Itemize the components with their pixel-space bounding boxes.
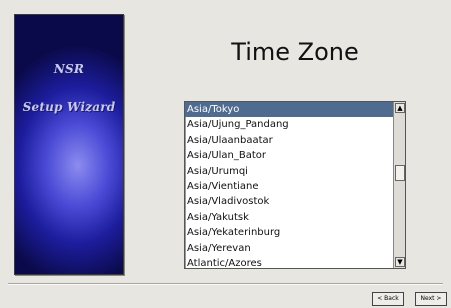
timezone-list-item[interactable]: Asia/Tokyo [185,102,394,118]
timezone-list-item[interactable]: Asia/Ulan_Bator [185,148,394,163]
timezone-list-item[interactable]: Asia/Yerevan [185,241,394,256]
timezone-list-item[interactable]: Asia/Yekaterinburg [185,225,394,240]
page-title: Time Zone [231,38,359,66]
timezone-listbox[interactable]: Asia/Tokyo Asia/Ujung_Pandang Asia/Ulaanba… [184,101,406,269]
listbox-scrollbar[interactable]: ▲ ▼ [393,102,405,268]
timezone-list-item[interactable]: Asia/Ulaanbaatar [185,133,394,148]
timezone-list-item[interactable]: Asia/Yakutsk [185,210,394,225]
timezone-list-item[interactable]: Asia/Ujung_Pandang [185,117,394,132]
brand-subtitle: Setup Wizard [22,100,116,114]
scroll-down-icon[interactable]: ▼ [395,257,405,267]
timezone-list-item[interactable]: Asia/Urumqi [185,164,394,179]
timezone-list-item[interactable]: Asia/Vientiane [185,179,394,194]
scroll-up-icon[interactable]: ▲ [395,103,405,113]
footer-divider [8,283,443,285]
wizard-side-panel: NSR Setup Wizard [14,14,124,275]
back-button[interactable]: < Back [372,292,404,306]
timezone-list-item[interactable]: Atlantic/Azores [185,256,394,268]
timezone-list: Asia/Tokyo Asia/Ujung_Pandang Asia/Ulaanba… [185,102,394,268]
scroll-thumb[interactable] [395,165,405,181]
brand-title: NSR [53,62,85,76]
next-button[interactable]: Next > [415,292,447,306]
timezone-list-item[interactable]: Asia/Vladivostok [185,194,394,209]
